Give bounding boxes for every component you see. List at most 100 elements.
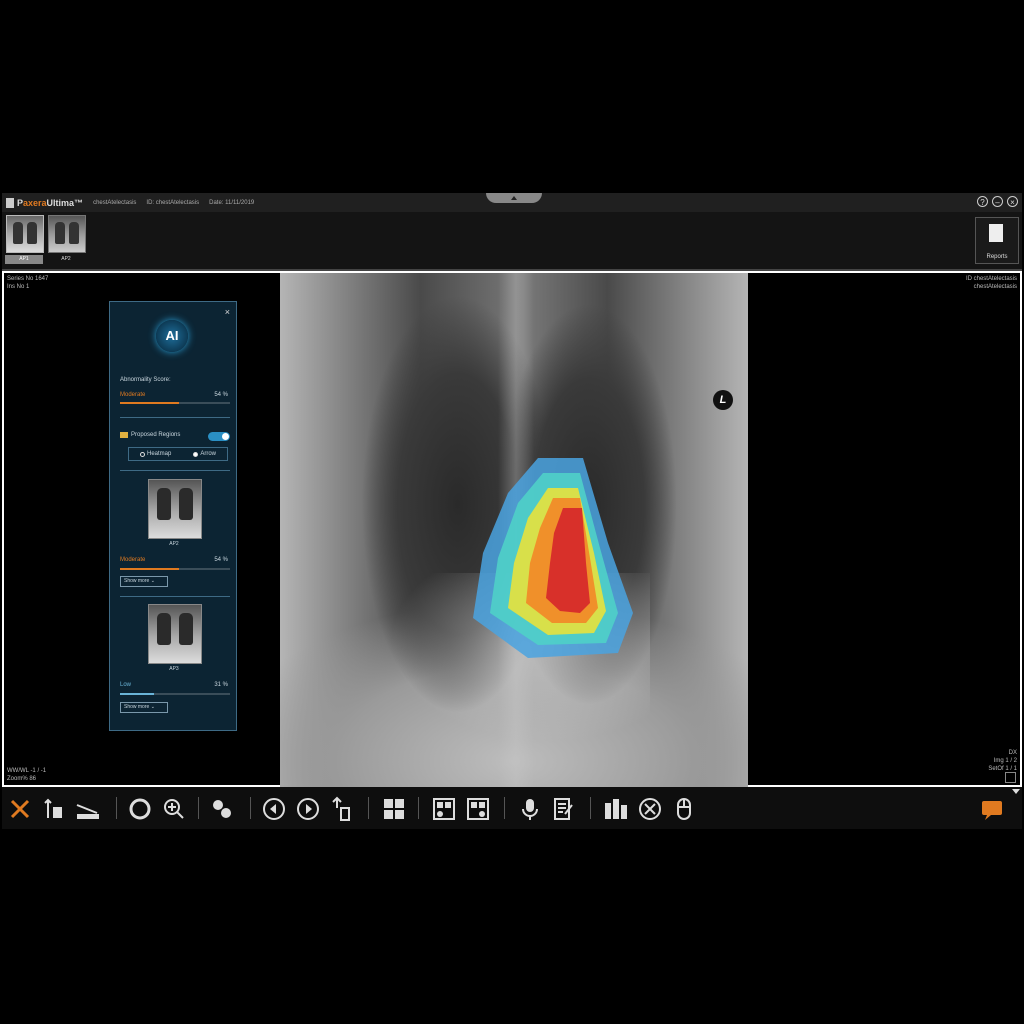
radio-arrow[interactable]: Arrow bbox=[193, 451, 216, 457]
mouse-icon[interactable] bbox=[670, 795, 698, 823]
side-marker: L bbox=[713, 390, 733, 410]
zoom-readout: Zoom% 86 bbox=[7, 776, 37, 782]
reports-button[interactable]: Reports bbox=[975, 217, 1019, 264]
finding-level: Moderate bbox=[120, 557, 146, 563]
app-brand: Paxera Ultima™ bbox=[6, 197, 84, 208]
show-more-label: Show more bbox=[124, 578, 150, 584]
overlay-top-left: Series No 1647 Ins No 1 bbox=[7, 275, 48, 291]
chevron-down-icon: ⌄ bbox=[150, 578, 155, 584]
finding-label: AP2 bbox=[169, 541, 179, 547]
finding-thumbnail-ap3[interactable] bbox=[148, 604, 202, 664]
tools-icon[interactable] bbox=[6, 795, 34, 823]
overlay-bottom-left: WW/WL -1 / -1 Zoom% 86 bbox=[7, 767, 46, 783]
close-button[interactable]: × bbox=[1007, 196, 1018, 207]
xray-image[interactable]: L bbox=[280, 273, 748, 787]
radio-dot bbox=[193, 451, 199, 457]
chevron-down-icon: ⌄ bbox=[150, 704, 155, 710]
zoom-icon[interactable] bbox=[160, 795, 188, 823]
abnormality-bar bbox=[120, 402, 230, 404]
chat-icon[interactable] bbox=[978, 795, 1006, 823]
abnormality-score-label: Abnormality Score: bbox=[120, 377, 171, 383]
finding-level: Low bbox=[120, 682, 132, 688]
show-more-button[interactable]: Show more ⌄ bbox=[120, 576, 168, 587]
reports-label: Reports bbox=[986, 254, 1008, 260]
modality: DX bbox=[1008, 750, 1017, 756]
compare-icon[interactable] bbox=[208, 795, 236, 823]
settings-icon[interactable] bbox=[636, 795, 664, 823]
help-button[interactable]: ? bbox=[977, 196, 988, 207]
close-icon[interactable]: × bbox=[225, 307, 230, 317]
toolbar-divider bbox=[418, 797, 419, 819]
finding-bar-fill bbox=[120, 693, 155, 695]
toolbar-divider bbox=[590, 797, 591, 819]
thumbnail-image bbox=[179, 613, 193, 645]
toolbar-divider bbox=[116, 797, 117, 819]
thumbnail-image bbox=[13, 222, 23, 244]
finding-label: AP3 bbox=[169, 666, 179, 672]
proposed-regions-row: Proposed Regions bbox=[120, 432, 180, 438]
image-layout-icon[interactable] bbox=[464, 795, 492, 823]
finding-bar bbox=[120, 568, 230, 570]
divider bbox=[120, 417, 230, 418]
heatmap-overlay bbox=[473, 458, 633, 658]
ai-logo-icon: AI bbox=[156, 320, 188, 352]
overlay-top-right: ID chestAtelectasis chestAtelectasis bbox=[966, 275, 1017, 291]
show-more-button[interactable]: Show more ⌄ bbox=[120, 702, 168, 713]
app-logo-icon bbox=[6, 197, 14, 208]
patient-name: chestAtelectasis bbox=[93, 199, 137, 206]
measure-icon[interactable] bbox=[74, 795, 102, 823]
report-edit-icon[interactable] bbox=[550, 795, 578, 823]
thumbnail-image bbox=[55, 222, 65, 244]
image-viewport[interactable]: Series No 1647 Ins No 1 ID chestAtelecta… bbox=[2, 271, 1022, 787]
minimize-button[interactable]: – bbox=[992, 196, 1003, 207]
series-view-icon[interactable] bbox=[602, 795, 630, 823]
thumbnail-ap1[interactable] bbox=[6, 215, 44, 253]
thumbnail-image bbox=[69, 222, 79, 244]
viewport-menu-icon[interactable] bbox=[1005, 772, 1016, 783]
app-name-suffix: Ultima™ bbox=[46, 197, 84, 208]
series-layout-icon[interactable] bbox=[430, 795, 458, 823]
image-number: Ins No 1 bbox=[7, 284, 30, 290]
regions-icon bbox=[120, 432, 128, 438]
bottom-toolbar bbox=[2, 787, 1022, 829]
study-date: Date: 11/11/2019 bbox=[209, 199, 255, 206]
window-controls: ? – × bbox=[977, 196, 1018, 207]
proposed-regions-label: Proposed Regions bbox=[131, 432, 181, 438]
toolbar-expand-icon[interactable] bbox=[1012, 789, 1020, 794]
display-mode-radio-group: Heatmap Arrow bbox=[128, 447, 228, 461]
ai-panel: × AI Abnormality Score: Moderate 54 % Pr… bbox=[109, 301, 237, 731]
radio-heatmap-label: Heatmap bbox=[146, 451, 172, 457]
patient-id: ID: chestAtelectasis bbox=[146, 199, 200, 206]
next-icon[interactable] bbox=[294, 795, 322, 823]
annotation-icon[interactable] bbox=[40, 795, 68, 823]
window-level-icon[interactable] bbox=[126, 795, 154, 823]
image-index: Img 1 / 2 bbox=[993, 758, 1017, 764]
series-number: Series No 1647 bbox=[7, 276, 49, 282]
window-level-readout: WW/WL -1 / -1 bbox=[7, 768, 47, 774]
app-name-accent: axera bbox=[23, 197, 47, 208]
thumbnail-image bbox=[157, 613, 171, 645]
toolbar-divider bbox=[250, 797, 251, 819]
radio-heatmap[interactable]: Heatmap bbox=[139, 451, 172, 457]
thumbnail-image bbox=[179, 488, 193, 520]
show-more-label: Show more bbox=[124, 704, 150, 710]
toolbar-divider bbox=[198, 797, 199, 819]
viewer-app: Paxera Ultima™ chestAtelectasis ID: chest… bbox=[2, 193, 1022, 829]
report-document-icon bbox=[989, 224, 1003, 242]
finding-thumbnail-ap2[interactable] bbox=[148, 479, 202, 539]
radio-arrow-label: Arrow bbox=[200, 451, 216, 457]
thumbnail-ap2[interactable] bbox=[48, 215, 86, 253]
collapse-toolbar-handle[interactable] bbox=[486, 193, 542, 203]
scroll-icon[interactable] bbox=[328, 795, 356, 823]
layout-icon[interactable] bbox=[380, 795, 408, 823]
dictation-icon[interactable] bbox=[516, 795, 544, 823]
radio-dot bbox=[139, 451, 145, 457]
title-bar: Paxera Ultima™ chestAtelectasis ID: chest… bbox=[2, 193, 1022, 212]
thumbnail-label: AP2 bbox=[61, 256, 71, 262]
divider bbox=[120, 470, 230, 471]
proposed-regions-toggle[interactable] bbox=[208, 432, 230, 441]
thumbnail-image bbox=[157, 488, 171, 520]
prev-icon[interactable] bbox=[260, 795, 288, 823]
finding-bar-fill bbox=[120, 568, 180, 570]
finding-bar bbox=[120, 693, 230, 695]
